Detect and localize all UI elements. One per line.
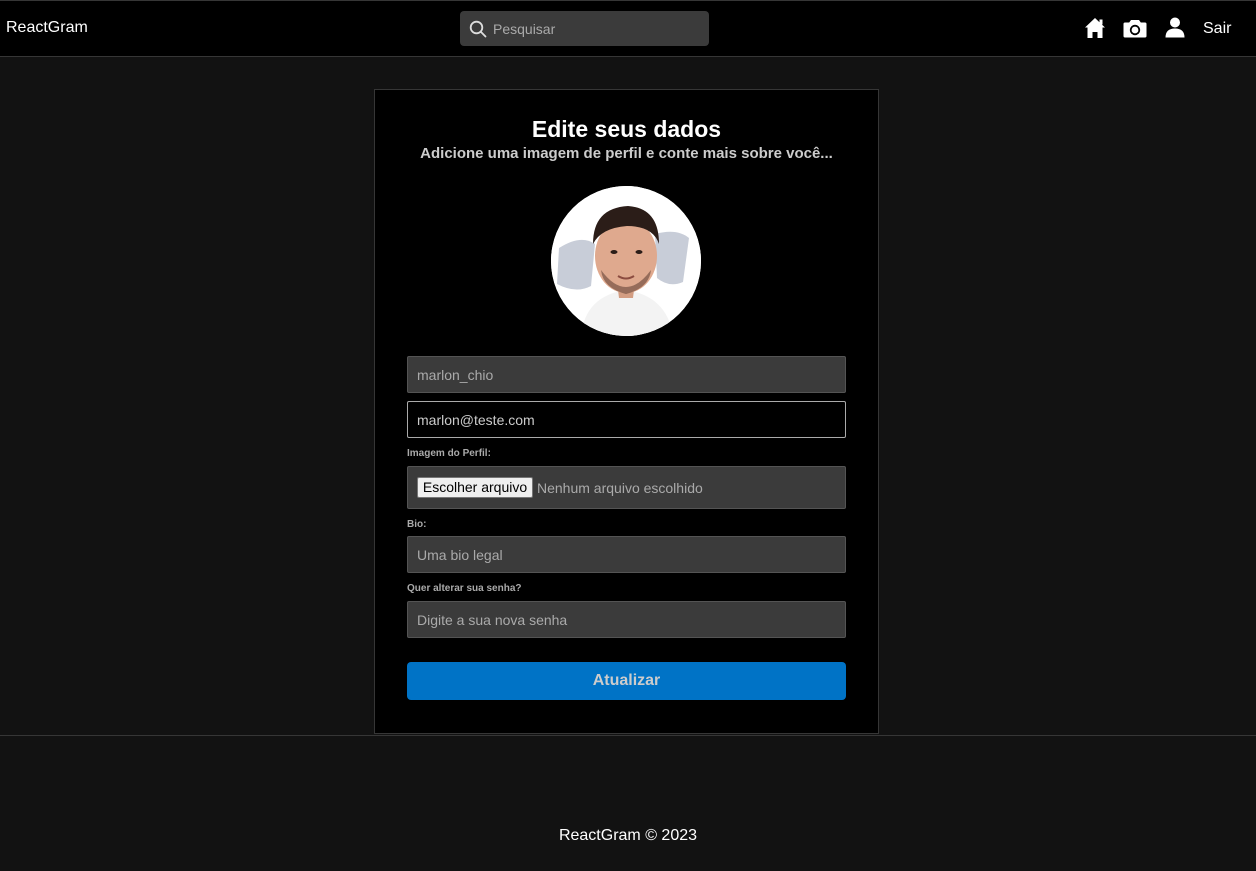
page-title: Edite seus dados: [531, 116, 722, 142]
username-field[interactable]: [407, 356, 846, 393]
user-icon[interactable]: [1165, 17, 1185, 38]
brand-logo[interactable]: ReactGram: [6, 19, 88, 37]
update-button[interactable]: Atualizar: [407, 662, 846, 700]
email-field: [407, 401, 846, 438]
password-field[interactable]: [407, 601, 846, 638]
navbar: ReactGram Sair: [0, 0, 1256, 57]
search-bar: [460, 11, 709, 46]
edit-profile-card: Edite seus dados Adicione uma imagem de …: [374, 89, 879, 734]
search-input[interactable]: [493, 11, 703, 46]
search-icon: [469, 20, 487, 38]
profile-avatar: [551, 186, 701, 336]
file-status-text: Nenhum arquivo escolhido: [537, 480, 703, 496]
bio-field[interactable]: [407, 536, 846, 573]
footer-copyright: ReactGram © 2023: [558, 827, 698, 844]
logout-link[interactable]: Sair: [1203, 20, 1231, 38]
footer: ReactGram © 2023: [0, 735, 1256, 871]
camera-icon[interactable]: [1123, 19, 1147, 38]
password-label: Quer alterar sua senha?: [407, 583, 522, 594]
home-icon[interactable]: [1084, 17, 1106, 39]
choose-file-button[interactable]: Escolher arquivo: [417, 477, 533, 498]
page-subtitle: Adicione uma imagem de perfil e conte ma…: [420, 145, 833, 162]
profile-image-input[interactable]: Escolher arquivo Nenhum arquivo escolhid…: [407, 466, 846, 509]
profile-image-label: Imagem do Perfil:: [407, 448, 491, 459]
bio-label: Bio:: [407, 519, 427, 530]
